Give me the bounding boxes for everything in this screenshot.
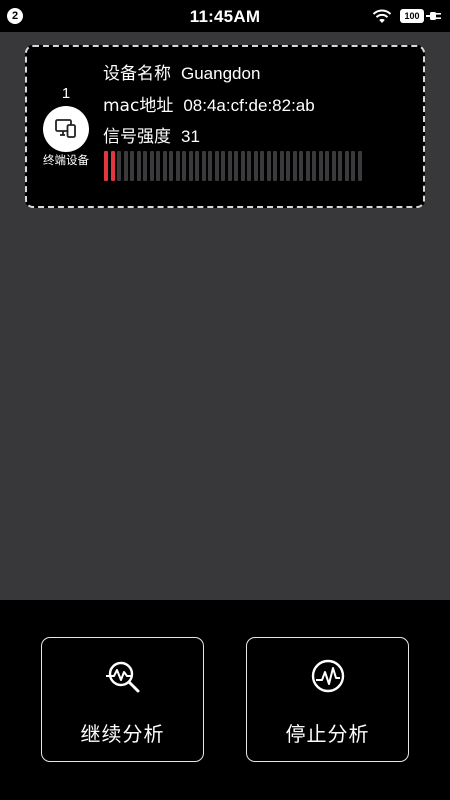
device-name-value: Guangdon: [181, 64, 261, 83]
mac-address-label: mac地址: [103, 96, 174, 116]
devices-icon: [55, 119, 76, 138]
signal-bar-active: [110, 151, 115, 181]
stop-analysis-button[interactable]: 停止分析: [246, 637, 409, 762]
signal-strength-row: 信号强度 31: [103, 122, 200, 147]
signal-bar-inactive: [143, 151, 147, 181]
signal-bar-inactive: [299, 151, 303, 181]
signal-bar-inactive: [182, 151, 186, 181]
signal-meter: [104, 151, 364, 181]
signal-strength-value: 31: [181, 127, 200, 146]
signal-bar-inactive: [201, 151, 206, 181]
signal-bar-inactive: [162, 151, 167, 181]
wifi-icon: [372, 9, 392, 23]
stop-analysis-label: 停止分析: [285, 722, 370, 746]
signal-bar-inactive: [221, 151, 225, 181]
device-name-label: 设备名称: [103, 64, 171, 84]
signal-bar-inactive: [149, 151, 154, 181]
signal-bar-inactive: [123, 151, 128, 181]
signal-bar-inactive: [136, 151, 141, 181]
signal-bar-inactive: [156, 151, 160, 181]
device-avatar: [43, 106, 89, 152]
signal-bar-inactive: [130, 151, 134, 181]
signal-bar-inactive: [305, 151, 310, 181]
signal-bar-inactive: [312, 151, 316, 181]
device-type-label: 终端设备: [43, 153, 89, 167]
device-index: 1: [61, 85, 71, 102]
signal-strength-label: 信号强度: [103, 127, 171, 147]
signal-bar-inactive: [331, 151, 336, 181]
signal-bar-active: [104, 151, 108, 181]
continue-analysis-label: 继续分析: [80, 722, 165, 746]
device-name-row: 设备名称 Guangdon: [103, 59, 260, 84]
signal-bar-inactive: [279, 151, 284, 181]
device-card[interactable]: 1 终端设备 设备名称 Guangdon mac地址 08:4a:cf:de:82:…: [25, 45, 425, 208]
signal-bar-inactive: [188, 151, 193, 181]
signal-bar-inactive: [214, 151, 219, 181]
signal-bar-inactive: [351, 151, 355, 181]
signal-bar-inactive: [175, 151, 180, 181]
signal-bar-inactive: [338, 151, 342, 181]
battery-icon: 100: [400, 9, 424, 23]
signal-bar-inactive: [253, 151, 258, 181]
continue-analysis-button[interactable]: 继续分析: [41, 637, 204, 762]
charging-plug-icon: [426, 12, 441, 20]
signal-bar-inactive: [227, 151, 232, 181]
signal-bar-inactive: [169, 151, 173, 181]
signal-bar-inactive: [286, 151, 290, 181]
signal-bar-inactive: [260, 151, 264, 181]
mac-address-row: mac地址 08:4a:cf:de:82:ab: [103, 91, 315, 116]
signal-bar-inactive: [195, 151, 199, 181]
stop-analysis-icon: [311, 659, 345, 693]
signal-bar-inactive: [292, 151, 297, 181]
main-content: 1 终端设备 设备名称 Guangdon mac地址 08:4a:cf:de:82:…: [0, 32, 450, 600]
analysis-search-icon: [106, 661, 140, 693]
signal-bar-inactive: [208, 151, 212, 181]
signal-bar-inactive: [117, 151, 121, 181]
signal-bar-inactive: [325, 151, 329, 181]
signal-bar-inactive: [234, 151, 238, 181]
battery-level: 100: [404, 11, 420, 21]
signal-bar-inactive: [357, 151, 362, 181]
status-bar: 2 11:45AM 100: [0, 0, 450, 32]
signal-bar-inactive: [318, 151, 323, 181]
signal-bar-inactive: [240, 151, 245, 181]
signal-bar-inactive: [266, 151, 271, 181]
mac-address-value: 08:4a:cf:de:82:ab: [183, 96, 315, 115]
signal-bar-inactive: [273, 151, 277, 181]
signal-bar-inactive: [247, 151, 251, 181]
signal-bar-inactive: [344, 151, 349, 181]
action-bar: 继续分析 停止分析: [0, 600, 450, 800]
